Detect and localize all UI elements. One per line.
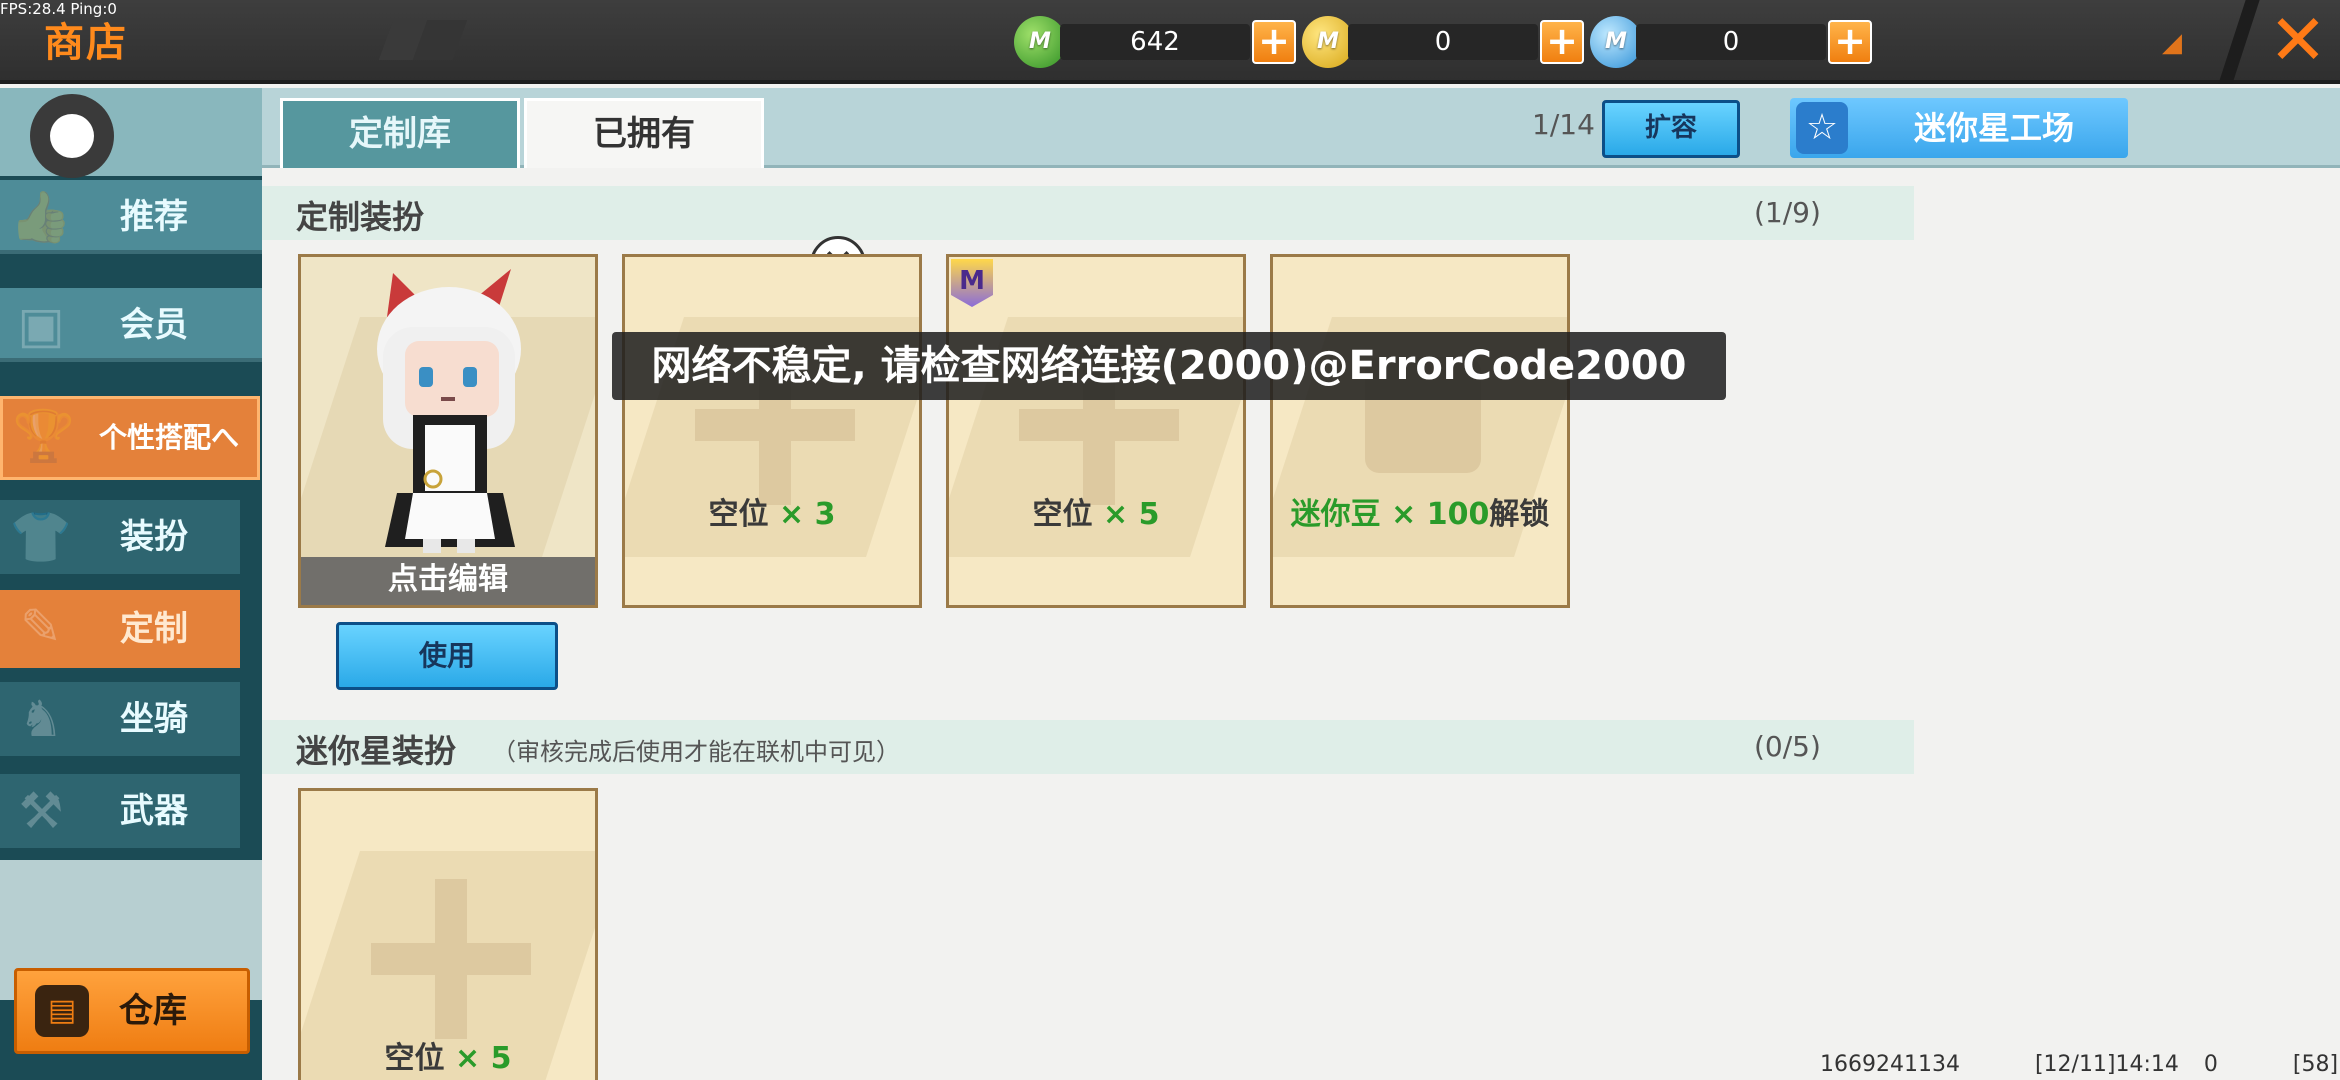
locked-slot-card[interactable]: 迷你豆 × 100解锁 (1270, 254, 1570, 608)
sidebar-item-label: 推荐 (120, 197, 188, 237)
star-icon: ☆ (1796, 102, 1848, 154)
slot-multiplier: × 5 (1092, 497, 1160, 532)
use-button[interactable]: 使用 (336, 622, 558, 690)
currency-value: 642 (1130, 27, 1180, 57)
main-panel: 定制库 已拥有 1/14 扩容 ☆ 迷你星工场 定制装扮 (1/9) 点击编辑 … (262, 88, 2340, 1080)
unlock-label: 解锁 (1489, 497, 1550, 532)
slot-label: 空位 (1032, 497, 1093, 532)
sidebar-item-label: 坐骑 (120, 699, 188, 739)
sidebar-item-mount[interactable]: ♞ 坐骑 (0, 682, 240, 756)
section-note: （审核完成后使用才能在联机中可见） (492, 738, 900, 766)
mini-star-workshop-button[interactable]: ☆ 迷你星工场 (1790, 98, 2128, 158)
sidebar-item-label: 个性搭配へ (99, 421, 240, 454)
slot-multiplier: × 3 (768, 497, 836, 532)
warehouse-label: 仓库 (119, 991, 187, 1031)
top-bar: FPS:28.4 Ping:0 商店 M 642 + M 0 + M 0 + ◢… (0, 0, 2340, 84)
section-header-mini-star-outfits: 迷你星装扮 （审核完成后使用才能在联机中可见） (0/5) (262, 720, 1914, 774)
network-error-toast: 网络不稳定, 请检查网络连接(2000)@ErrorCode2000 (612, 332, 1726, 400)
add-green-gems-button[interactable]: + (1252, 20, 1296, 64)
currency-value: 0 (1722, 27, 1740, 57)
empty-slot-card[interactable]: 空位 × 3 (622, 254, 922, 608)
chest-icon: ▤ (35, 985, 89, 1037)
sidebar-header (0, 88, 262, 178)
mini-star-badge-icon: M (951, 259, 993, 307)
slot-caption: 迷你豆 × 100解锁 (1273, 489, 1567, 533)
plus-icon (371, 943, 531, 975)
section-header-custom-outfits: 定制装扮 (1/9) (262, 186, 1914, 240)
saddle-icon: ♞ (18, 690, 64, 748)
workshop-label: 迷你星工场 (1914, 109, 2075, 147)
section-fraction: (0/5) (1754, 730, 1821, 763)
sidebar-item-personal-style[interactable]: 🏆 个性搭配へ (0, 396, 260, 480)
toggle-icon[interactable] (30, 94, 114, 178)
sidebar-item-recommend[interactable]: 👍 推荐 (0, 180, 262, 254)
section-title: 定制装扮 (296, 198, 425, 236)
trophy-icon: 🏆 (12, 407, 76, 465)
slot-caption: 空位 × 5 (301, 1033, 595, 1077)
currency-value: 0 (1434, 27, 1452, 57)
shirt-icon: 👕 (9, 508, 73, 566)
gun-icon: ⚒ (18, 782, 64, 840)
tab-bar: 定制库 已拥有 1/14 扩容 ☆ 迷你星工场 (262, 88, 2340, 168)
slot-multiplier: × 5 (444, 1041, 512, 1076)
gold-coin-icon: M (1302, 16, 1354, 68)
section-fraction: (1/9) (1754, 196, 1821, 229)
empty-slot-card[interactable]: M 空位 × 5 (946, 254, 1246, 608)
expand-button[interactable]: 扩容 (1602, 100, 1740, 158)
thumbs-up-icon: 👍 (9, 188, 73, 246)
add-gold-coins-button[interactable]: + (1540, 20, 1584, 64)
header-divider (2218, 0, 2260, 84)
version-footer: 1669241134 [12/11]14:14 0 [58]1.20.10 (1820, 1052, 2340, 1077)
add-blue-coins-button[interactable]: + (1828, 20, 1872, 64)
signal-icon: ◢ (2162, 28, 2182, 58)
blue-coin-icon: M (1590, 16, 1642, 68)
sidebar-item-weapon[interactable]: ⚒ 武器 (0, 774, 240, 848)
sidebar-item-label: 装扮 (120, 517, 188, 557)
sidebar: 👍 推荐 ▣ 会员 🏆 个性搭配へ 👕 装扮 ✎ 定制 ♞ 坐骑 ⚒ 武器 ▤ … (0, 88, 262, 1080)
plus-icon (1019, 409, 1179, 441)
plus-icon (695, 409, 855, 441)
sidebar-item-vip[interactable]: ▣ 会员 (0, 288, 262, 362)
sidebar-item-label: 定制 (120, 609, 188, 649)
warehouse-button[interactable]: ▤ 仓库 (14, 968, 250, 1054)
custom-outfit-card[interactable]: 点击编辑 (298, 254, 598, 608)
pencil-icon: ✎ (20, 598, 62, 656)
tab-custom-library[interactable]: 定制库 (280, 98, 520, 168)
tab-owned[interactable]: 已拥有 (524, 98, 764, 168)
slot-label: 空位 (384, 1041, 445, 1076)
unlock-cost: 迷你豆 × 100 (1290, 497, 1490, 532)
sidebar-item-label: 武器 (120, 791, 188, 831)
slot-count: 1/14 (1532, 108, 1595, 141)
slot-label: 空位 (708, 497, 769, 532)
empty-slot-card[interactable]: 空位 × 5 (298, 788, 598, 1080)
vip-badge-icon: ▣ (17, 296, 65, 354)
sidebar-item-label: 会员 (120, 305, 188, 345)
sidebar-item-outfit[interactable]: 👕 装扮 (0, 500, 240, 574)
edit-button[interactable]: 点击编辑 (301, 557, 595, 605)
green-gem-icon: M (1014, 16, 1066, 68)
slot-caption: 空位 × 3 (625, 489, 919, 533)
page-title: 商店 (44, 20, 128, 66)
section-title: 迷你星装扮 (296, 732, 457, 770)
avatar-character (377, 269, 521, 553)
sidebar-item-custom[interactable]: ✎ 定制 (0, 590, 240, 668)
slot-caption: 空位 × 5 (949, 489, 1243, 533)
close-shop-button[interactable]: ✕ (2266, 4, 2330, 76)
